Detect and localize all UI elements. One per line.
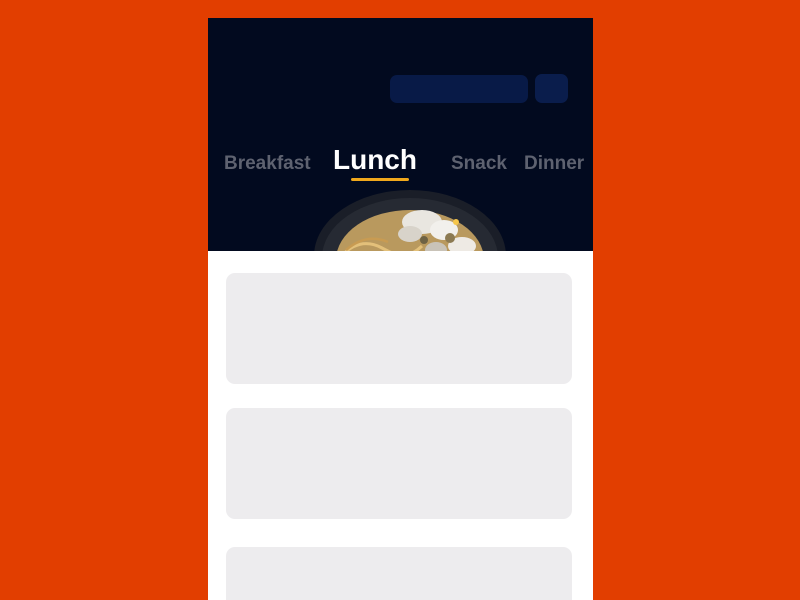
active-tab-indicator [351,178,409,181]
phone-screen: Breakfast Lunch Snack Dinner [208,18,593,600]
tab-snack[interactable]: Snack [451,153,507,175]
content-area [208,251,593,600]
plate-of-noodles-image [314,190,506,251]
loading-card-2[interactable] [226,408,572,519]
tab-dinner[interactable]: Dinner [524,153,584,175]
loading-card-3[interactable] [226,547,572,600]
meal-tabs: Breakfast Lunch Snack Dinner [208,138,593,188]
header: Breakfast Lunch Snack Dinner [208,18,593,251]
tab-breakfast[interactable]: Breakfast [224,153,311,175]
loading-card-1[interactable] [226,273,572,384]
tab-lunch[interactable]: Lunch [333,144,417,176]
search-bar-placeholder[interactable] [390,75,528,103]
header-action-button[interactable] [535,74,568,103]
